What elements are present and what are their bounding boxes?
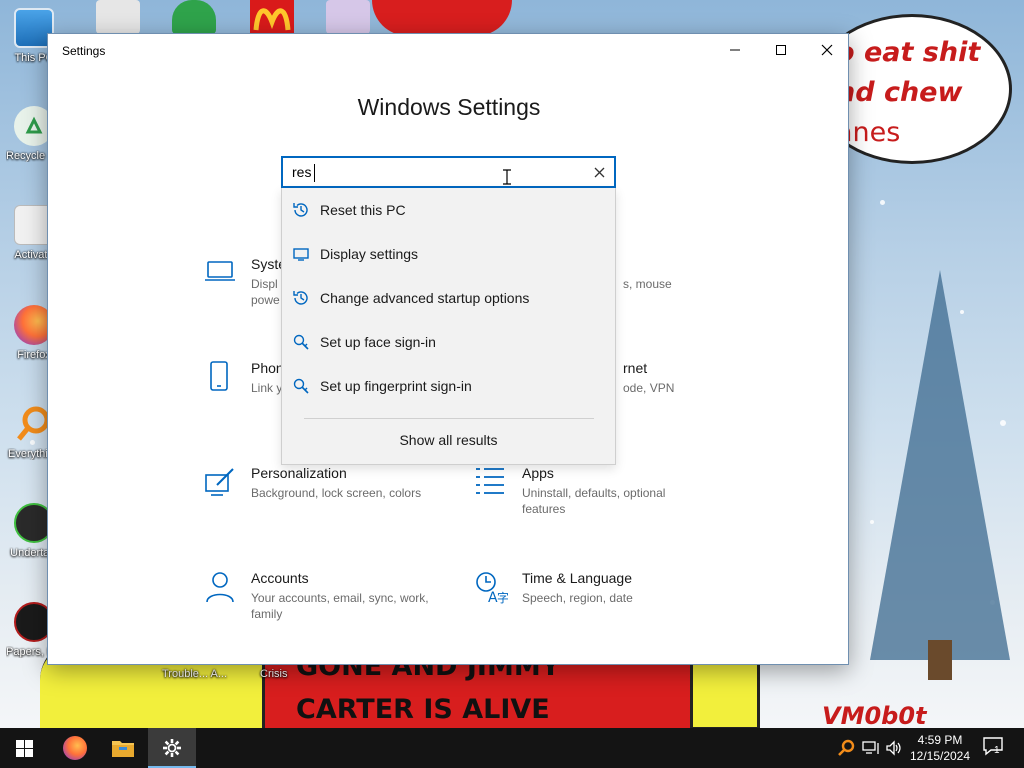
search-value: res [292, 164, 312, 180]
maximize-button[interactable] [758, 34, 804, 66]
category-description: Uninstall, defaults, optional features [522, 486, 666, 516]
monitor-icon [291, 244, 311, 264]
search-tray-icon[interactable] [836, 738, 856, 758]
laptop-icon [205, 261, 235, 281]
history-icon [291, 288, 311, 308]
wallpaper-banner-text: CARTER IS ALIVE [296, 694, 550, 725]
file-explorer-icon [112, 741, 134, 757]
history-icon [291, 200, 311, 220]
suggestion-face-sign-in[interactable]: Set up face sign-in [282, 320, 615, 364]
accounts-icon [206, 572, 234, 603]
category-name: Personalization [251, 465, 347, 481]
show-all-results-button[interactable]: Show all results [282, 432, 615, 448]
clock-date: 12/15/2024 [909, 749, 971, 763]
category-description: Your accounts, email, sync, work, family [251, 591, 429, 621]
page-title: Windows Settings [357, 94, 541, 120]
text-caret [314, 164, 315, 182]
suggestion-label: Change advanced startup options [320, 290, 530, 306]
category-description: Background, lock screen, colors [251, 486, 422, 500]
action-center-button[interactable]: 1 [982, 736, 1006, 760]
divider [304, 418, 594, 419]
system-clock[interactable]: 4:59 PM 12/15/2024 [908, 732, 972, 764]
svg-text:字: 字 [497, 590, 508, 604]
title-bar[interactable]: Settings [48, 34, 848, 66]
maximize-icon [776, 45, 786, 55]
suggestion-label: Display settings [320, 246, 419, 262]
start-icon [15, 739, 33, 757]
desktop-app-icon[interactable] [96, 0, 140, 34]
suggestion-reset-this-pc[interactable]: Reset this PC [282, 188, 615, 232]
category-name: Apps [522, 465, 554, 481]
category-personalization[interactable]: Personalization Background, lock screen,… [203, 465, 443, 525]
settings-window: Settings Windows Settings Syste Displ po… [47, 33, 849, 665]
ibeam-cursor-icon [503, 169, 511, 185]
mcdonalds-icon[interactable] [250, 0, 294, 34]
category-name: rnet [623, 360, 648, 376]
phone-icon [210, 361, 228, 391]
key-search-icon [291, 332, 311, 352]
settings-icon [163, 739, 181, 757]
category-name: Phon [251, 360, 284, 376]
search-input[interactable]: res [281, 156, 616, 188]
category-apps[interactable]: Apps Uninstall, defaults, optional featu… [474, 465, 714, 525]
wallpaper-text: o eat shit [836, 37, 981, 68]
search-suggestions: Reset this PC Display settings Change ad… [281, 188, 616, 465]
taskbar-firefox[interactable] [51, 728, 99, 768]
volume-icon[interactable] [884, 738, 904, 758]
taskbar: 4:59 PM 12/15/2024 1 [0, 728, 1024, 768]
category-description: Speech, region, date [522, 591, 633, 605]
desktop-icon-label[interactable]: Crisis [260, 668, 288, 680]
clear-search-button[interactable] [590, 163, 608, 181]
wallpaper-text: nd chew [836, 77, 963, 108]
start-button[interactable] [0, 728, 48, 768]
category-name: Time & Language [522, 570, 632, 586]
category-network[interactable]: rnet ode, VPN [623, 360, 703, 420]
minimize-button[interactable] [712, 34, 758, 66]
taskbar-settings[interactable] [148, 728, 196, 768]
close-icon [821, 44, 833, 56]
close-button[interactable] [804, 34, 850, 66]
key-search-icon [291, 376, 311, 396]
clock-time: 4:59 PM [917, 733, 963, 747]
wallpaper-text: anes [836, 117, 901, 148]
window-title: Settings [62, 44, 106, 58]
suggestion-advanced-startup[interactable]: Change advanced startup options [282, 276, 615, 320]
notification-icon [983, 737, 1003, 756]
minimize-icon [730, 49, 740, 51]
desktop-app-icon[interactable] [326, 0, 370, 34]
desktop-app-icon[interactable] [172, 0, 216, 34]
suggestion-fingerprint-sign-in[interactable]: Set up fingerprint sign-in [282, 364, 615, 408]
notification-count: 1 [994, 745, 1000, 756]
category-name: Accounts [251, 570, 309, 586]
category-time-language[interactable]: A字 Time & Language Speech, region, date [474, 570, 714, 630]
network-icon[interactable] [861, 738, 881, 758]
category-devices[interactable]: s, mouse [623, 276, 703, 336]
personalization-icon [205, 468, 234, 496]
category-description: s, mouse [623, 277, 672, 291]
suggestion-label: Set up face sign-in [320, 334, 436, 350]
suggestion-display-settings[interactable]: Display settings [282, 232, 615, 276]
close-icon [594, 167, 604, 177]
suggestion-label: Reset this PC [320, 202, 406, 218]
time-language-icon: A字 [476, 572, 508, 604]
taskbar-file-explorer[interactable] [99, 728, 147, 768]
category-description: ode, VPN [623, 381, 675, 395]
category-accounts[interactable]: Accounts Your accounts, email, sync, wor… [203, 570, 443, 630]
suggestion-label: Set up fingerprint sign-in [320, 378, 472, 394]
wallpaper-signature: VM0b0t [822, 702, 927, 728]
apps-icon [476, 468, 504, 494]
desktop-icon-label[interactable]: Trouble... A... [162, 668, 227, 680]
firefox-icon [63, 736, 87, 760]
